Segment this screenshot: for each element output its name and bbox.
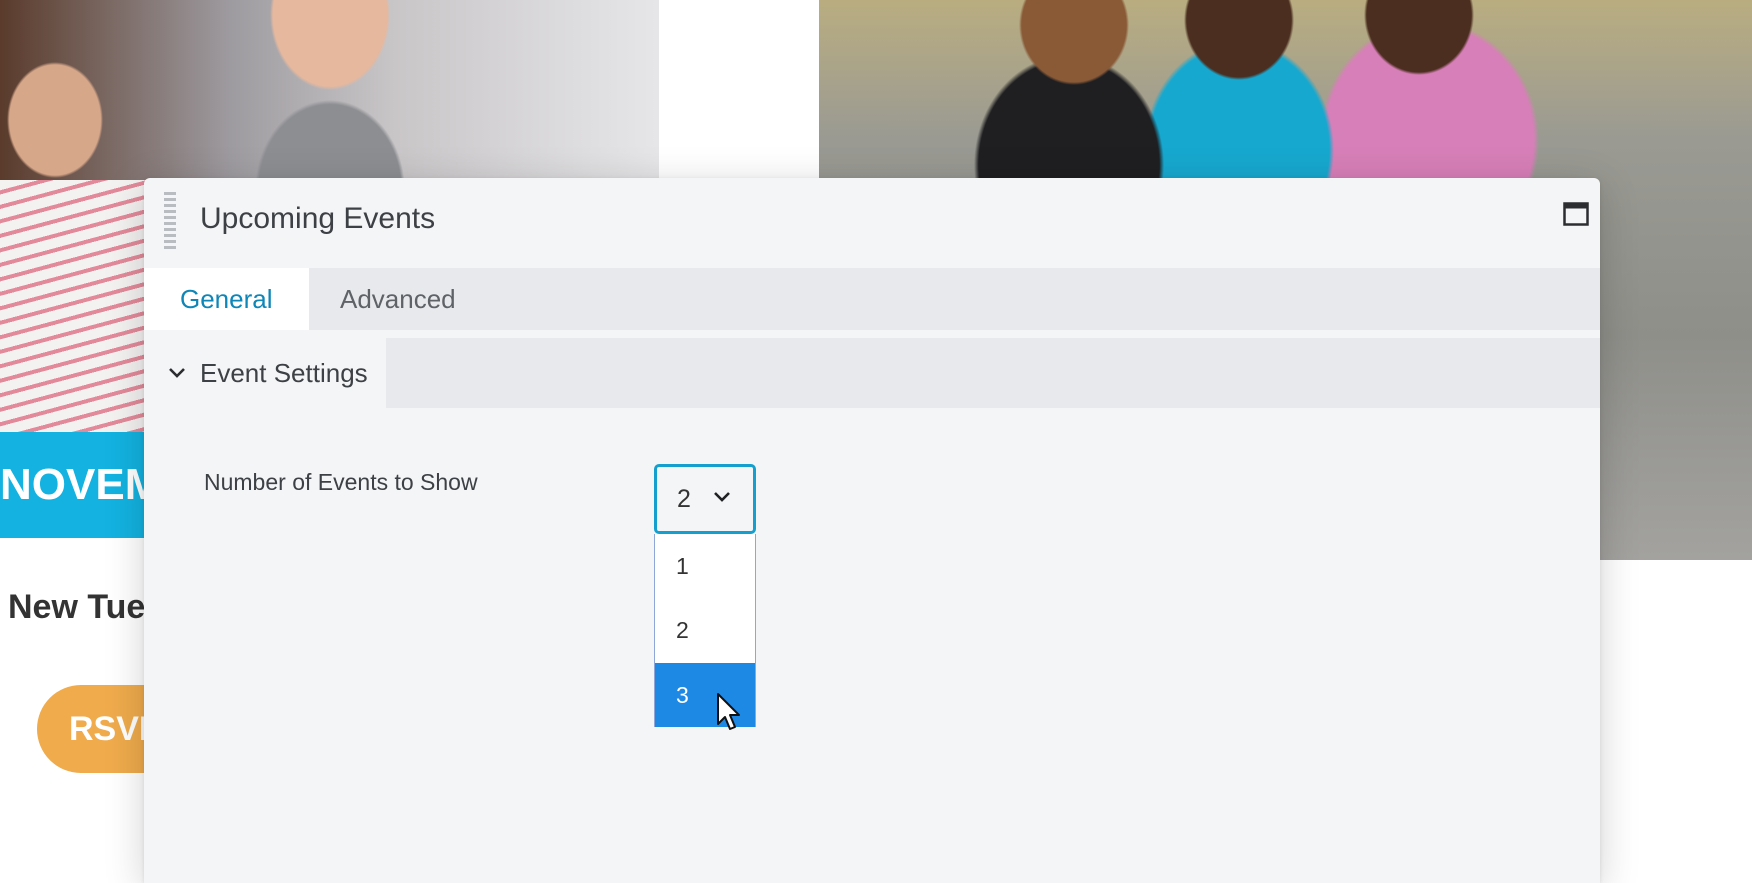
field-label: Number of Events to Show <box>204 469 478 495</box>
section-label: Event Settings <box>200 357 368 388</box>
tab-advanced[interactable]: Advanced <box>304 268 492 330</box>
section-bar: Event Settings <box>144 338 1600 408</box>
select-option[interactable]: 2 <box>655 598 755 662</box>
chevron-down-icon <box>714 492 730 502</box>
settings-panel: Upcoming Events General Advanced Event S… <box>144 178 1600 883</box>
tab-general[interactable]: General <box>144 268 309 330</box>
mouse-pointer-icon <box>716 692 742 737</box>
event-title: New Tue <box>8 588 146 626</box>
date-banner: NOVEM <box>0 432 160 538</box>
chevron-down-icon <box>169 368 185 378</box>
maximize-icon[interactable] <box>1563 202 1589 226</box>
tabs-bar: General Advanced <box>144 268 1600 330</box>
select-option[interactable]: 1 <box>655 534 755 598</box>
events-count-select[interactable]: 2 <box>654 464 756 534</box>
drag-handle[interactable] <box>164 192 176 252</box>
panel-title: Upcoming Events <box>200 202 436 235</box>
select-value: 2 <box>677 484 691 513</box>
section-event-settings[interactable]: Event Settings <box>144 338 386 408</box>
